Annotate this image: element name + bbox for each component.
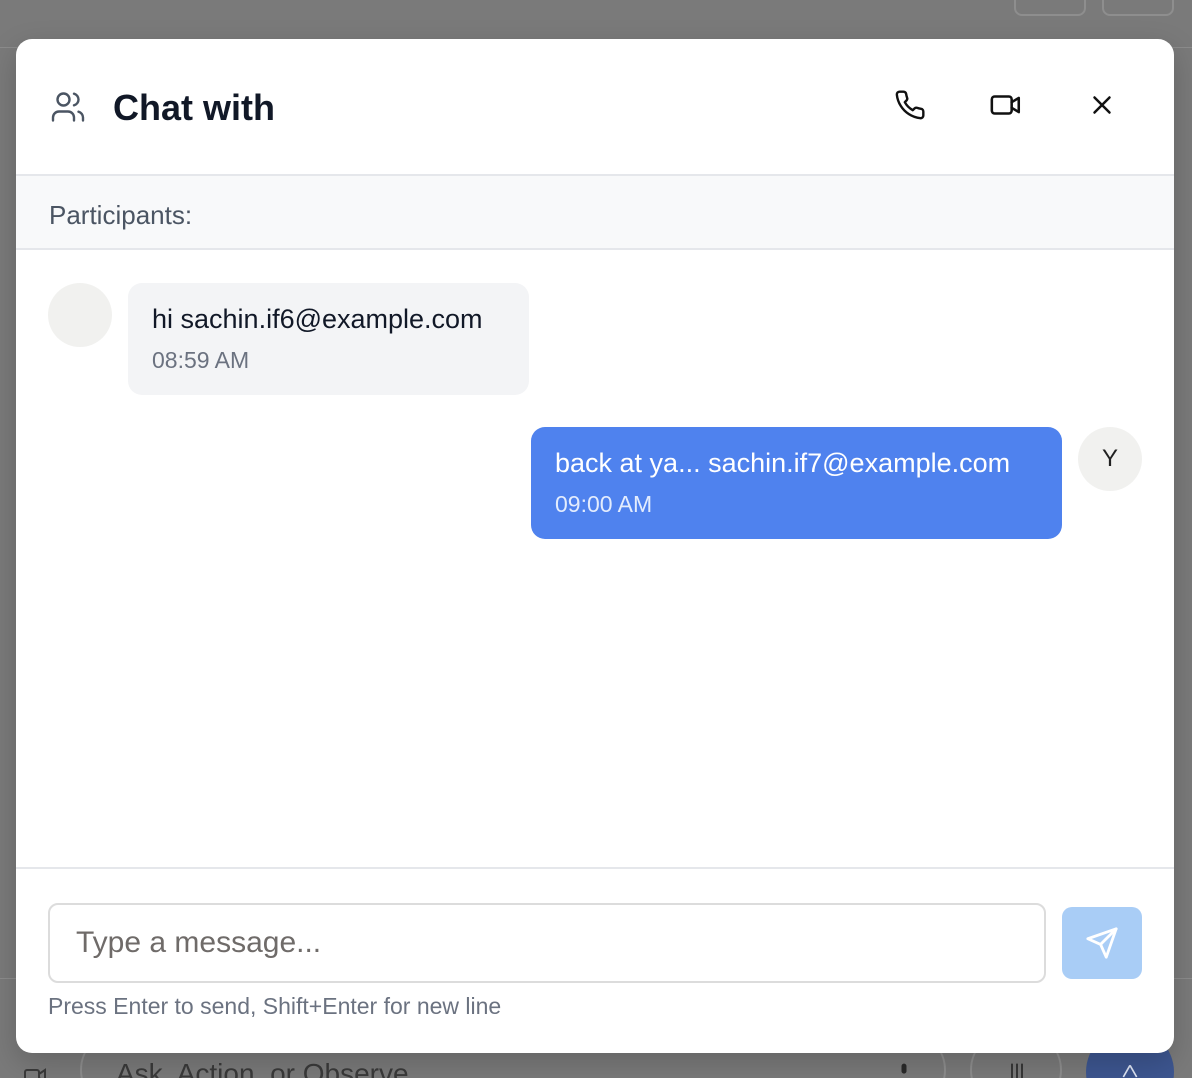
background-toolbar-button <box>1014 0 1086 16</box>
participants-label: Participants: <box>49 200 193 230</box>
message-text: back at ya... sachin.if7@example.com <box>555 448 1011 478</box>
send-icon <box>1086 927 1118 959</box>
close-button[interactable] <box>1080 83 1124 127</box>
close-icon <box>1093 96 1111 114</box>
background-toolbar-button <box>1102 0 1174 16</box>
message-composer: Press Enter to send, Shift+Enter for new… <box>16 867 1174 1053</box>
users-icon <box>48 89 88 130</box>
video-icon <box>990 95 1021 115</box>
dialog-title: Chat with <box>113 87 275 128</box>
message-timestamp: 09:00 AM <box>555 491 653 517</box>
message-text: hi sachin.if6@example.com <box>152 304 483 334</box>
send-button[interactable] <box>1062 907 1142 979</box>
arrow-up-icon <box>1122 1064 1138 1078</box>
camera-icon <box>18 1064 52 1078</box>
voice-call-button[interactable] <box>888 83 932 127</box>
avatar <box>48 283 112 347</box>
chat-dialog: Chat with Participants: hi sachin.if6@ex… <box>16 39 1174 1053</box>
video-call-button[interactable] <box>984 83 1028 127</box>
phone-icon <box>895 90 925 120</box>
microphone-icon <box>890 1062 918 1078</box>
background-ask-placeholder: Ask, Action, or Observe <box>116 1058 409 1078</box>
tune-icon <box>1011 1063 1023 1078</box>
message-timestamp: 08:59 AM <box>152 347 250 373</box>
message-bubble-sent: back at ya... sachin.if7@example.com 09:… <box>531 427 1062 539</box>
dialog-header: Chat with <box>16 39 1174 176</box>
message-list[interactable]: hi sachin.if6@example.com 08:59 AM back … <box>16 250 1174 867</box>
composer-hint: Press Enter to send, Shift+Enter for new… <box>48 993 502 1019</box>
participants-bar: Participants: <box>16 176 1174 250</box>
message-bubble-received: hi sachin.if6@example.com 08:59 AM <box>128 283 529 395</box>
avatar: Y <box>1078 427 1142 491</box>
message-input[interactable] <box>48 903 1046 983</box>
